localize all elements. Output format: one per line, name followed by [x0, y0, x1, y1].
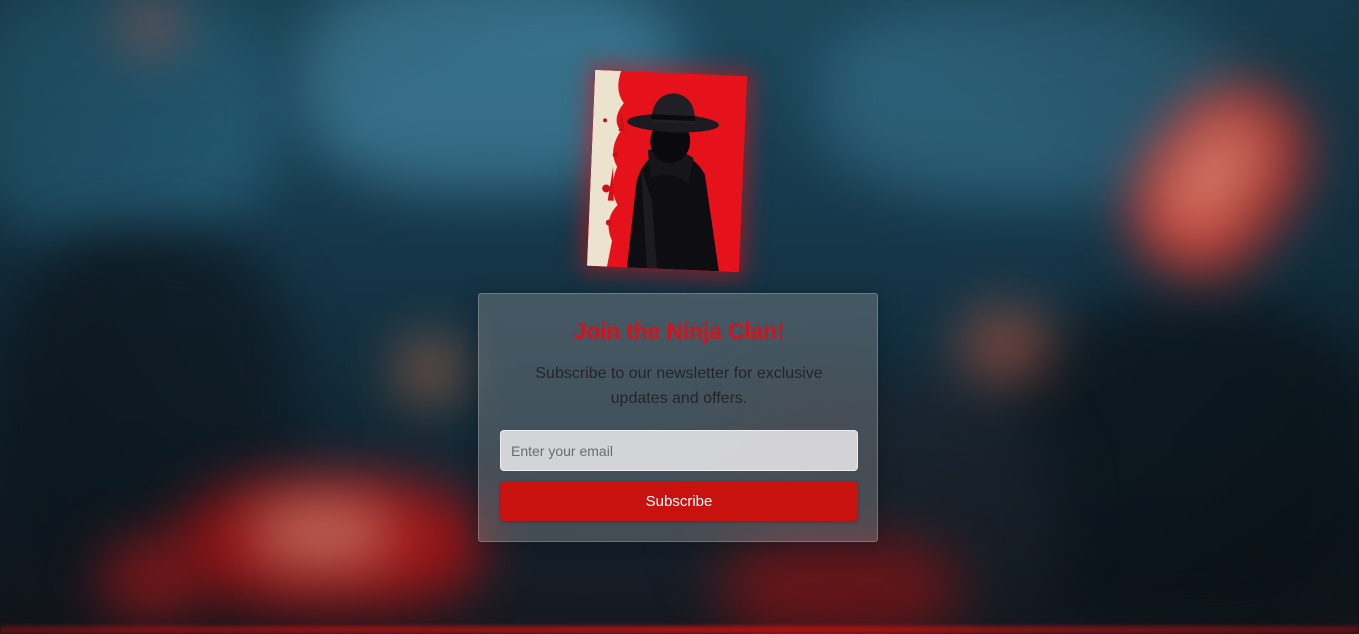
subscribe-button[interactable]: Subscribe: [500, 482, 858, 521]
newsletter-description: Subscribe to our newsletter for exclusiv…: [535, 365, 823, 407]
ninja-poster-image: [586, 69, 748, 273]
newsletter-title: Join the Ninja Clan!: [573, 318, 785, 344]
newsletter-card: Join the Ninja Clan! Subscribe to our ne…: [478, 293, 878, 542]
email-input[interactable]: [500, 430, 858, 471]
